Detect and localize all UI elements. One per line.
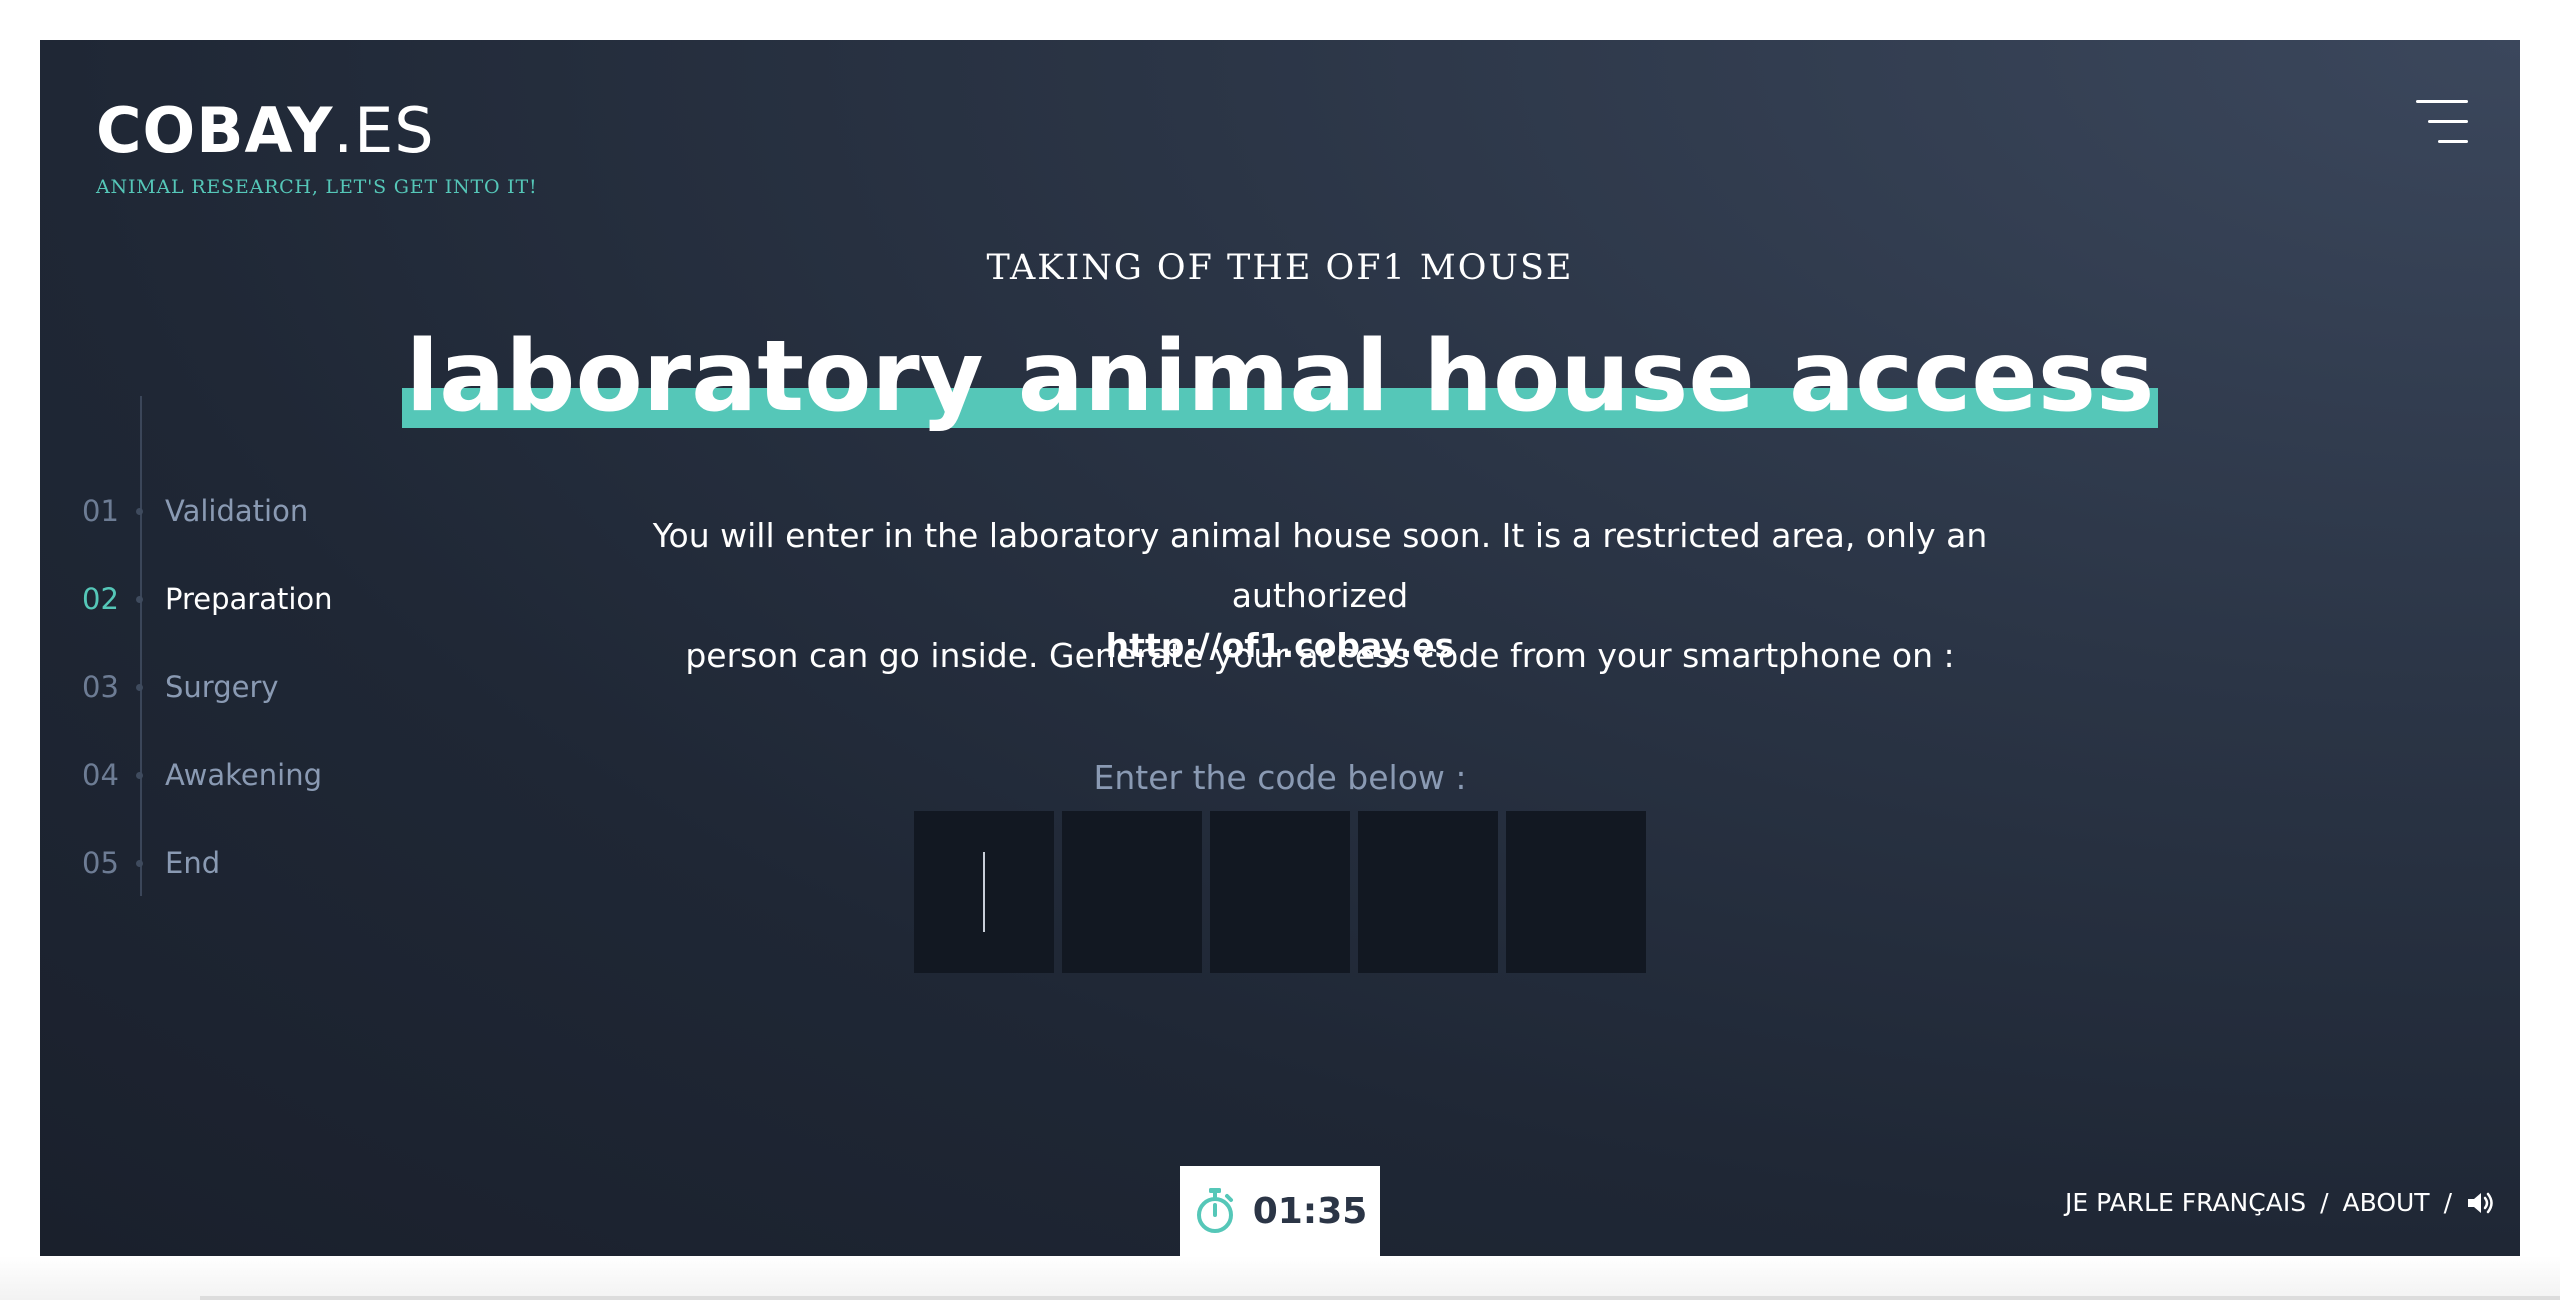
step-label: Preparation: [165, 582, 333, 616]
step-number: 05: [82, 846, 119, 880]
step-number: 03: [82, 670, 119, 704]
page-title-wrapper: laboratory animal house access: [40, 323, 2520, 432]
bottom-divider: [200, 1296, 2560, 1300]
code-digit-2[interactable]: [1062, 811, 1202, 973]
step-label: Awakening: [165, 758, 322, 792]
step-awakening[interactable]: 04 Awakening: [82, 755, 322, 795]
steps-timeline-line: [140, 396, 142, 896]
step-end[interactable]: 05 End: [82, 843, 220, 883]
access-code-input: [914, 811, 1646, 973]
code-digit-1[interactable]: [914, 811, 1054, 973]
step-dot: [136, 507, 143, 515]
step-dot: [136, 771, 143, 779]
step-dot: [136, 859, 143, 867]
footer-links: JE PARLE FRANÇAIS / ABOUT /: [2065, 1188, 2494, 1217]
step-number: 01: [82, 494, 119, 528]
stopwatch-icon: [1196, 1188, 1233, 1233]
logo-wordmark: COBAY.ES: [96, 100, 537, 162]
logo[interactable]: COBAY.ES ANIMAL RESEARCH, LET'S GET INTO…: [96, 100, 538, 199]
logo-name-light: .ES: [333, 94, 435, 167]
step-dot: [136, 683, 143, 691]
intro-line-1: You will enter in the laboratory animal …: [652, 516, 1988, 615]
window-bottom-strip: [0, 1256, 2560, 1300]
step-surgery[interactable]: 03 Surgery: [82, 667, 279, 707]
footer-separator: /: [2320, 1188, 2329, 1217]
step-label: Surgery: [165, 670, 279, 704]
logo-tagline: ANIMAL RESEARCH, LET'S GET INTO IT!: [96, 176, 538, 198]
hamburger-menu-icon[interactable]: [2412, 100, 2468, 144]
step-dot: [136, 595, 143, 603]
app-frame: COBAY.ES ANIMAL RESEARCH, LET'S GET INTO…: [40, 40, 2520, 1256]
page-title: laboratory animal house access: [401, 323, 2159, 432]
step-preparation[interactable]: 02 Preparation: [82, 579, 333, 619]
logo-name-bold: COBAY: [96, 94, 334, 167]
text-caret: [983, 852, 985, 932]
countdown-timer: 01:35: [1180, 1166, 1380, 1256]
language-link[interactable]: JE PARLE FRANÇAIS: [2065, 1188, 2306, 1217]
step-number: 02: [82, 582, 119, 616]
step-label: Validation: [165, 494, 309, 528]
code-label: Enter the code below :: [1093, 758, 1467, 797]
page-title-text: laboratory animal house access: [405, 320, 2155, 434]
step-number: 04: [82, 758, 119, 792]
speaker-icon[interactable]: [2466, 1190, 2494, 1216]
code-digit-5[interactable]: [1506, 811, 1646, 973]
code-digit-4[interactable]: [1358, 811, 1498, 973]
footer-separator: /: [2443, 1188, 2452, 1217]
step-label: End: [165, 846, 221, 880]
timer-value: 01:35: [1252, 1190, 1368, 1232]
step-validation[interactable]: 01 Validation: [82, 491, 308, 531]
access-url: http://of1.cobay.es: [1105, 626, 1455, 665]
code-digit-3[interactable]: [1210, 811, 1350, 973]
about-link[interactable]: ABOUT: [2343, 1188, 2430, 1217]
page-kicker: TAKING OF THE OF1 MOUSE: [986, 248, 1574, 288]
